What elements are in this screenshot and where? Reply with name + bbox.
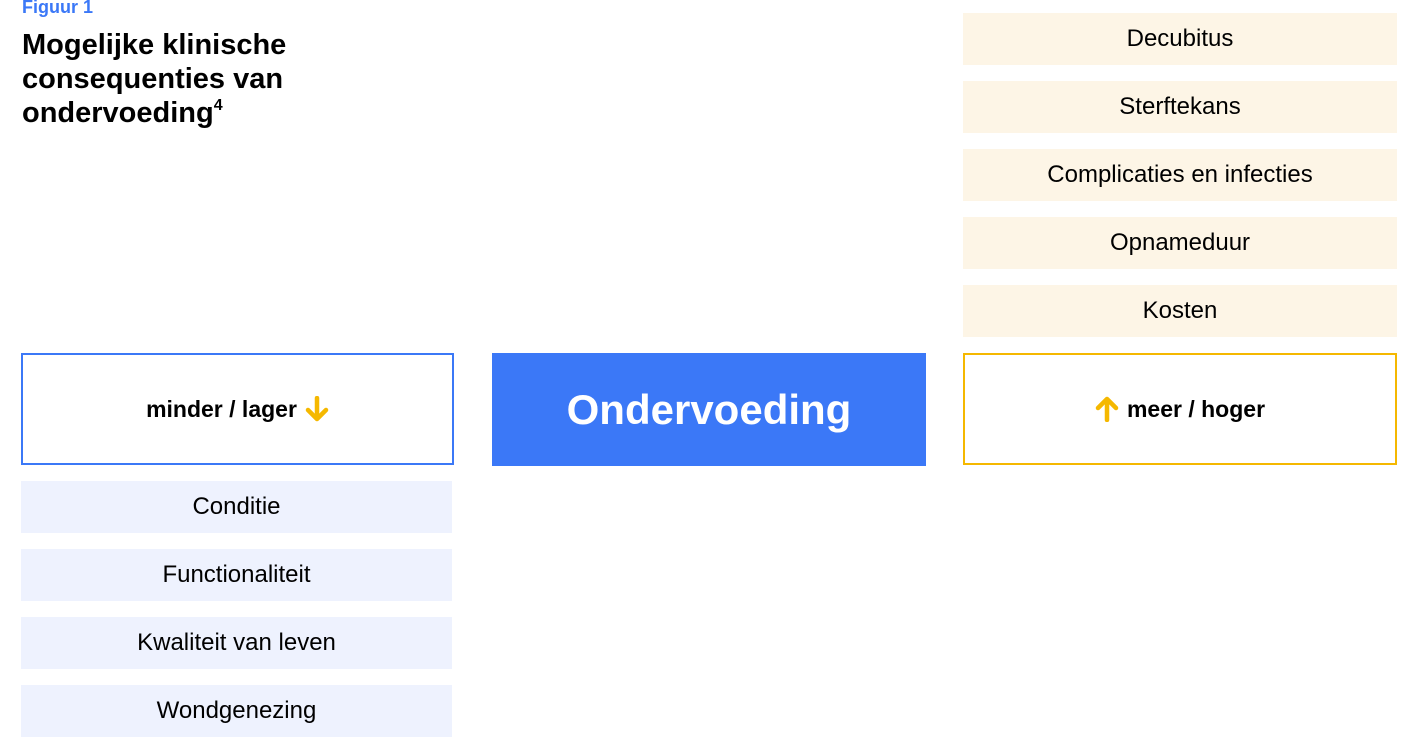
figure-title: Mogelijke klinische consequenties van on… [22, 28, 442, 130]
title-footnote-ref: 4 [213, 97, 223, 114]
increase-item-decubitus: Decubitus [963, 13, 1397, 65]
figure-title-text: Mogelijke klinische consequenties van on… [22, 29, 287, 129]
decrease-item-wondgenezing: Wondgenezing [21, 685, 452, 737]
increase-header-label: meer / hoger [1126, 395, 1266, 422]
increase-header: meer / hoger [963, 353, 1397, 465]
decrease-item-functionaliteit: Functionaliteit [21, 549, 452, 601]
figure-label: Figuur 1 [22, 0, 93, 17]
center-concept: Ondervoeding [492, 353, 926, 466]
decrease-header-label: minder / lager [146, 395, 297, 422]
increase-item-sterftekans: Sterftekans [963, 81, 1397, 133]
decrease-item-conditie: Conditie [21, 481, 452, 533]
arrow-down-icon [305, 396, 329, 422]
decrease-header: minder / lager [21, 353, 454, 465]
increase-item-kosten: Kosten [963, 285, 1397, 337]
arrow-up-icon [1095, 396, 1119, 422]
decrease-item-kwaliteit: Kwaliteit van leven [21, 617, 452, 669]
increase-item-complicaties: Complicaties en infecties [963, 149, 1397, 201]
increase-item-opnameduur: Opnameduur [963, 217, 1397, 269]
